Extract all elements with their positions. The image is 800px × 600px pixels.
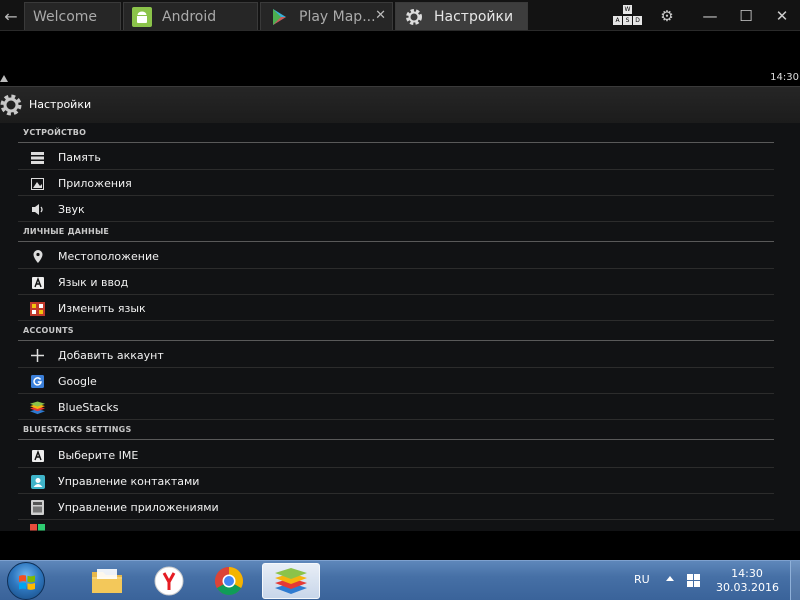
tray-clock[interactable]: 14:30 30.03.2016: [716, 567, 779, 595]
change-language-icon: [30, 301, 45, 316]
settings-item-label: Память: [58, 151, 101, 164]
settings-item-change-language[interactable]: Изменить язык: [18, 295, 774, 321]
taskbar-explorer-button[interactable]: [78, 563, 136, 599]
yandex-browser-icon: [154, 566, 184, 596]
tab-settings[interactable]: Настройки: [395, 2, 528, 30]
gear-icon: [404, 7, 424, 27]
status-time: 14:30: [770, 72, 799, 83]
section-header-personal: ЛИЧНЫЕ ДАННЫЕ: [18, 222, 774, 242]
taskbar-chrome-button[interactable]: [200, 563, 258, 599]
taskbar-yandex-button[interactable]: [140, 563, 198, 599]
tray-date: 30.03.2016: [716, 581, 779, 594]
settings-item-label: Звук: [58, 203, 85, 216]
tab-welcome-label: Welcome: [33, 8, 98, 25]
settings-item-apps[interactable]: Приложения: [18, 170, 774, 196]
settings-item-location[interactable]: Местоположение: [18, 243, 774, 269]
settings-item-label: Язык и ввод: [58, 276, 129, 289]
folder-icon: [92, 569, 122, 593]
settings-item-label: Добавить аккаунт: [58, 349, 164, 362]
section-header-bluestacks-settings: BLUESTACKS SETTINGS: [18, 420, 774, 440]
settings-item-add-account[interactable]: Добавить аккаунт: [18, 342, 774, 368]
show-desktop-button[interactable]: [790, 561, 800, 600]
settings-gear-button[interactable]: ⚙: [655, 5, 679, 27]
android-navigation-bar: [0, 531, 800, 560]
tray-expand-icon[interactable]: [666, 576, 674, 581]
google-icon: [30, 374, 45, 389]
action-bar: Настройки: [0, 86, 800, 123]
location-icon: [30, 249, 45, 264]
settings-item-sound[interactable]: Звук: [18, 196, 774, 222]
settings-list: УСТРОЙСТВО Память Приложения Звук ЛИЧНЫЕ…: [0, 123, 800, 531]
sound-icon: [30, 202, 45, 217]
start-button[interactable]: [7, 562, 45, 600]
tab-welcome[interactable]: Welcome: [24, 2, 121, 30]
settings-item-label: Google: [58, 375, 97, 388]
settings-item-bluestacks[interactable]: BlueStacks: [18, 394, 774, 420]
tab-play-market[interactable]: Play Map... ✕: [260, 2, 393, 30]
storage-icon: [30, 150, 45, 165]
manage-apps-icon: [30, 500, 45, 515]
tab-settings-label: Настройки: [434, 8, 514, 25]
tray-time: 14:30: [731, 567, 763, 580]
settings-item-label: Управление контактами: [58, 475, 200, 488]
play-store-icon: [269, 7, 289, 27]
keymap-key-d: D: [633, 16, 642, 25]
keymap-key-a: A: [613, 16, 622, 25]
keymap-key-w: W: [623, 5, 632, 14]
minimize-button[interactable]: —: [698, 5, 722, 27]
windows-logo-icon: [30, 523, 45, 531]
tab-android[interactable]: Android: [123, 2, 258, 30]
android-status-bar: 14:30: [0, 31, 800, 86]
taskbar-bluestacks-button[interactable]: [262, 563, 320, 599]
tab-play-market-label: Play Map...: [299, 8, 376, 25]
plus-icon: [30, 348, 45, 363]
settings-item-partial[interactable]: [18, 520, 774, 531]
language-indicator[interactable]: RU: [634, 573, 650, 586]
back-arrow-icon[interactable]: ←: [0, 2, 22, 30]
contacts-icon: [30, 474, 45, 489]
section-header-label: ЛИЧНЫЕ ДАННЫЕ: [23, 227, 110, 236]
section-header-label: УСТРОЙСТВО: [23, 128, 87, 137]
keymap-key-s: S: [623, 16, 632, 25]
apps-icon: [30, 176, 45, 191]
language-icon: [30, 275, 45, 290]
signal-icon: [0, 75, 8, 82]
settings-item-label: Выберите IME: [58, 449, 139, 462]
settings-app-icon[interactable]: [0, 91, 26, 119]
chrome-icon: [215, 567, 243, 595]
windows-taskbar: RU 14:30 30.03.2016: [0, 560, 800, 600]
settings-item-label: Управление приложениями: [58, 501, 219, 514]
bluestacks-tab-bar: ← Welcome Android Play Map... ✕ Настройк…: [0, 0, 800, 31]
section-header-label: BLUESTACKS SETTINGS: [23, 425, 132, 434]
bluestacks-icon: [30, 400, 45, 415]
page-title: Настройки: [29, 98, 92, 111]
close-button[interactable]: ✕: [770, 5, 794, 27]
settings-item-select-ime[interactable]: Выберите IME: [18, 442, 774, 468]
keymap-button[interactable]: W A S D: [613, 5, 643, 27]
section-header-label: ACCOUNTS: [23, 326, 74, 335]
settings-item-label: Местоположение: [58, 250, 159, 263]
tab-android-label: Android: [162, 8, 217, 25]
settings-item-google[interactable]: Google: [18, 368, 774, 394]
section-header-device: УСТРОЙСТВО: [18, 123, 774, 143]
maximize-button[interactable]: ☐: [734, 5, 758, 27]
action-center-flag-icon[interactable]: [687, 573, 701, 587]
bluestacks-icon: [275, 568, 307, 594]
settings-item-manage-contacts[interactable]: Управление контактами: [18, 468, 774, 494]
settings-item-label: BlueStacks: [58, 401, 119, 414]
settings-item-manage-apps[interactable]: Управление приложениями: [18, 494, 774, 520]
android-icon: [132, 6, 152, 27]
settings-item-label: Приложения: [58, 177, 132, 190]
settings-item-language-input[interactable]: Язык и ввод: [18, 269, 774, 295]
section-header-accounts: ACCOUNTS: [18, 321, 774, 341]
settings-item-storage[interactable]: Память: [18, 144, 774, 170]
tab-close-icon[interactable]: ✕: [375, 8, 386, 23]
ime-icon: [30, 448, 45, 463]
windows-logo-icon: [19, 575, 35, 590]
settings-item-label: Изменить язык: [58, 302, 146, 315]
